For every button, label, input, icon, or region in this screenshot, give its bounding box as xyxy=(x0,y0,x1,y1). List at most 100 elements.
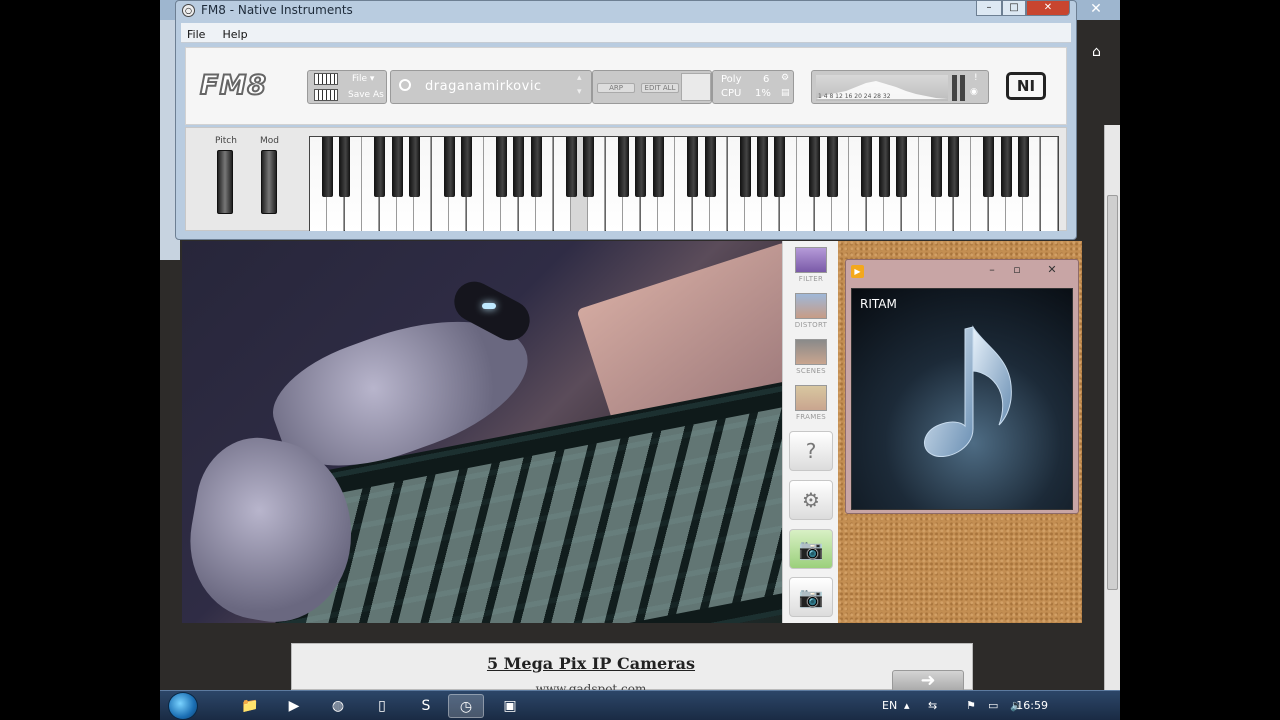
browser-close-icon[interactable]: ✕ xyxy=(1082,0,1110,18)
memory-icon[interactable]: ▤ xyxy=(781,88,790,98)
black-key[interactable] xyxy=(704,137,716,197)
alert-icon[interactable]: ! xyxy=(974,73,978,83)
black-key[interactable] xyxy=(739,137,751,197)
edit-all-button[interactable]: EDIT ALL xyxy=(641,83,679,93)
help-button[interactable]: ? xyxy=(789,431,833,471)
effect-scenes[interactable]: SCENES xyxy=(791,339,831,375)
maximize-button[interactable]: □ xyxy=(1002,1,1026,16)
scrollbar-thumb[interactable] xyxy=(1107,195,1118,590)
firefox-taskbar-icon[interactable]: ◍ xyxy=(320,694,356,718)
black-key[interactable] xyxy=(461,137,473,197)
xy-pad[interactable] xyxy=(681,73,711,101)
player-minimize-button[interactable]: – xyxy=(983,263,1001,277)
fm8-titlebar[interactable]: ○ FM8 - Native Instruments – □ ✕ xyxy=(176,1,1076,21)
mod-label: Mod xyxy=(260,136,279,146)
black-key[interactable] xyxy=(826,137,838,197)
play-icon[interactable]: ▶ xyxy=(851,265,864,278)
black-key[interactable] xyxy=(861,137,873,197)
output-meter-box: 1 4 8 12 16 20 24 28 32 ! ◉ xyxy=(811,70,989,104)
phone-app-taskbar-icon[interactable]: ▯ xyxy=(364,694,400,718)
pitch-wheel[interactable] xyxy=(217,150,233,214)
expert-view-icon[interactable] xyxy=(314,89,338,101)
black-key[interactable] xyxy=(565,137,577,197)
black-key[interactable] xyxy=(774,137,786,197)
taskbar: 📁 ▶ ◍ ▯ S ◷ ▣ EN ▴ ⇆ ⚑ ▭ 🔈 16:59 xyxy=(160,690,1120,720)
black-key[interactable] xyxy=(948,137,960,197)
volume-knob-icon[interactable]: ◉ xyxy=(970,87,978,97)
menu-file[interactable]: File xyxy=(181,25,211,41)
white-key[interactable] xyxy=(1040,137,1058,231)
player-titlebar[interactable]: ▶ – ▫ ✕ xyxy=(846,260,1078,282)
ad-banner[interactable]: 5 Mega Pix IP Cameras www.gadspot.com ➜ xyxy=(291,643,973,696)
cpu-label: CPU xyxy=(721,88,742,99)
music-note-icon xyxy=(924,325,1012,457)
black-key[interactable] xyxy=(930,137,942,197)
player-restore-button[interactable]: ▫ xyxy=(1008,263,1026,277)
black-key[interactable] xyxy=(617,137,629,197)
black-key[interactable] xyxy=(582,137,594,197)
fm8-menubar: File Help xyxy=(181,23,1071,43)
black-key[interactable] xyxy=(687,137,699,197)
browser-scrollbar[interactable] xyxy=(1104,125,1120,690)
monitor-tray-icon[interactable]: ▭ xyxy=(988,699,998,712)
menu-help[interactable]: Help xyxy=(217,25,254,41)
media-player-taskbar-icon[interactable]: ▶ xyxy=(276,694,312,718)
effect-filter[interactable]: FILTER xyxy=(791,247,831,283)
black-key[interactable] xyxy=(408,137,420,197)
preset-down-icon[interactable]: ▾ xyxy=(577,87,582,97)
start-button[interactable] xyxy=(168,692,198,720)
save-as-button[interactable]: Save As xyxy=(348,90,384,100)
network-tray-icon[interactable]: ⇆ xyxy=(928,699,937,712)
effect-distort[interactable]: DISTORT xyxy=(791,293,831,329)
webcam-effects-sidebar: FILTER DISTORT SCENES FRAMES ? ⚙ 📷 📷 xyxy=(782,241,838,623)
black-key[interactable] xyxy=(339,137,351,197)
black-key[interactable] xyxy=(391,137,403,197)
black-key[interactable] xyxy=(896,137,908,197)
preset-up-icon[interactable]: ▴ xyxy=(577,73,582,83)
explorer-taskbar-icon[interactable]: 📁 xyxy=(232,694,268,718)
snapshot-button[interactable]: 📷 xyxy=(789,529,833,569)
black-key[interactable] xyxy=(1017,137,1029,197)
skype-taskbar-icon[interactable]: S xyxy=(408,694,444,718)
black-key[interactable] xyxy=(374,137,386,197)
flag-tray-icon[interactable]: ⚑ xyxy=(966,699,976,712)
player-close-button[interactable]: ✕ xyxy=(1043,263,1061,277)
file-button[interactable]: File ▾ xyxy=(352,74,374,84)
black-key[interactable] xyxy=(321,137,333,197)
black-key[interactable] xyxy=(635,137,647,197)
ad-arrow-button[interactable]: ➜ xyxy=(892,670,964,692)
black-key[interactable] xyxy=(1000,137,1012,197)
effect-scenes-label: SCENES xyxy=(796,367,826,375)
minimize-button[interactable]: – xyxy=(976,1,1002,16)
preset-name[interactable]: draganamirkovic xyxy=(425,79,542,94)
filter-thumb-icon xyxy=(795,247,827,273)
black-key[interactable] xyxy=(513,137,525,197)
search-icon[interactable] xyxy=(399,79,411,91)
ad-title-link[interactable]: 5 Mega Pix IP Cameras xyxy=(292,654,890,673)
piano-view-icon[interactable] xyxy=(314,73,338,85)
settings-button[interactable]: ⚙ xyxy=(789,480,833,520)
app-taskbar-icon[interactable]: ▣ xyxy=(492,694,528,718)
black-key[interactable] xyxy=(530,137,542,197)
black-key[interactable] xyxy=(756,137,768,197)
black-key[interactable] xyxy=(443,137,455,197)
taskbar-clock[interactable]: 16:59 xyxy=(1016,699,1048,712)
fm8-taskbar-icon[interactable]: ◷ xyxy=(448,694,484,718)
tray-expand-icon[interactable]: ▴ xyxy=(904,699,910,712)
black-key[interactable] xyxy=(652,137,664,197)
black-key[interactable] xyxy=(809,137,821,197)
language-indicator[interactable]: EN xyxy=(882,699,897,712)
black-key[interactable] xyxy=(495,137,507,197)
black-key[interactable] xyxy=(983,137,995,197)
arp-button[interactable]: ARP xyxy=(597,83,635,93)
close-button[interactable]: ✕ xyxy=(1026,1,1070,16)
home-icon[interactable]: ⌂ xyxy=(1092,44,1110,62)
gallery-button[interactable]: 📷 xyxy=(789,577,833,617)
keyboard-panel: Pitch Mod xyxy=(185,127,1067,231)
scenes-thumb-icon xyxy=(795,339,827,365)
settings-icon[interactable]: ⚙ xyxy=(781,73,789,83)
effect-frames[interactable]: FRAMES xyxy=(791,385,831,421)
black-key[interactable] xyxy=(878,137,890,197)
piano-keyboard[interactable] xyxy=(309,136,1059,231)
mod-wheel[interactable] xyxy=(261,150,277,214)
